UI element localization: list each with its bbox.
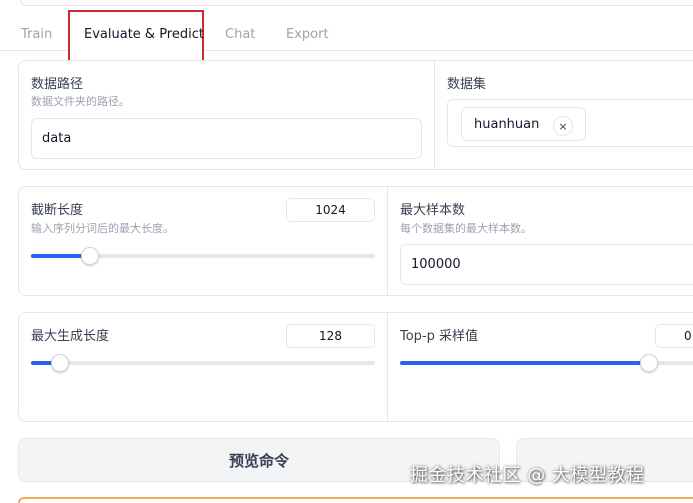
generation-row: 最大生成长度 128 Top-p 采样值 0. [18, 312, 693, 422]
max-samples-info: 每个数据集的最大样本数。 [400, 222, 532, 235]
preview-command-label: 预览命令 [228, 451, 289, 470]
max-new-tokens-label: 最大生成长度 [31, 329, 110, 344]
app-root: Train Evaluate & Predict Chat Export 数据路… [0, 0, 693, 503]
max-samples-label: 最大样本数 [400, 203, 466, 218]
max-new-tokens-slider[interactable] [31, 354, 375, 372]
remove-chip-icon[interactable]: × [553, 116, 573, 136]
tab-bar: Train Evaluate & Predict Chat Export [0, 10, 693, 62]
top-p-slider[interactable] [400, 354, 693, 372]
tab-train[interactable]: Train [21, 27, 52, 42]
dataset-dir-info: 数据文件夹的路径。 [31, 95, 130, 108]
divider [434, 61, 435, 169]
cutoff-len-number-input[interactable]: 1024 [286, 198, 375, 222]
top-p-label: Top-p 采样值 [400, 329, 479, 344]
max-new-tokens-number-input[interactable]: 128 [286, 324, 375, 348]
cutoff-len-slider[interactable] [31, 247, 375, 265]
dataset-row: 数据路径 数据文件夹的路径。 data 数据集 huanhuan × [18, 60, 693, 170]
dataset-dir-label: 数据路径 [31, 77, 84, 92]
dataset-select[interactable]: huanhuan × [447, 99, 693, 147]
cutoff-len-label: 截断长度 [31, 203, 84, 218]
top-p-slider-fill [400, 361, 648, 365]
top-panel-edge [20, 0, 693, 6]
max-samples-input[interactable]: 100000 [400, 244, 693, 285]
top-p-slider-thumb[interactable] [640, 354, 658, 372]
dataset-chip: huanhuan × [461, 107, 586, 141]
divider [387, 313, 388, 421]
top-p-number-input[interactable]: 0. [655, 324, 693, 348]
output-box-edge [18, 497, 693, 503]
length-row: 截断长度 输入序列分词后的最大长度。 1024 最大样本数 每个数据集的最大样本… [18, 186, 693, 296]
dataset-chip-label: huanhuan [474, 116, 540, 132]
dataset-label: 数据集 [447, 77, 487, 92]
tab-evaluate-predict[interactable]: Evaluate & Predict [84, 27, 204, 42]
cutoff-len-info: 输入序列分词后的最大长度。 [31, 222, 174, 235]
cutoff-len-slider-thumb[interactable] [81, 247, 100, 265]
max-new-tokens-slider-thumb[interactable] [50, 354, 69, 372]
divider [387, 187, 388, 295]
tab-chat[interactable]: Chat [225, 27, 255, 42]
max-samples-value: 100000 [411, 257, 461, 272]
dataset-dir-input[interactable]: data [31, 118, 422, 159]
watermark-text: 掘金技术社区 @ 大模型教程 [410, 465, 645, 486]
max-new-tokens-value: 128 [319, 329, 342, 343]
top-p-value: 0. [684, 329, 693, 343]
dataset-dir-value: data [42, 131, 72, 146]
cutoff-len-value: 1024 [315, 203, 346, 217]
tab-export[interactable]: Export [286, 27, 329, 42]
